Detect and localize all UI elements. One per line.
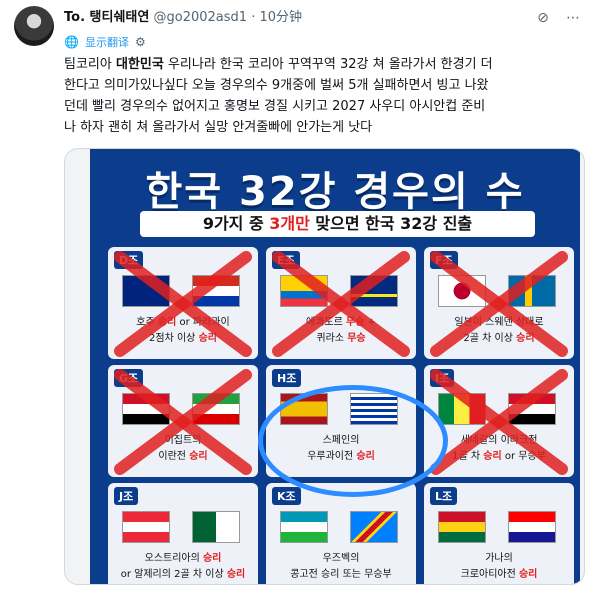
group-label: I조 — [430, 369, 455, 387]
flag-icon — [350, 511, 398, 543]
flag-icon — [280, 511, 328, 543]
flag-icon — [280, 393, 328, 425]
flag-icon — [438, 275, 486, 307]
scenario-text: 이집트의 이란전 승리 — [158, 435, 208, 462]
flag-icon — [122, 275, 170, 307]
scenario-text: 호주 승리 or 파라과이 2점차 이상 승리 — [136, 317, 230, 344]
tweet-line-4: 나 하자 괜히 쳐 올라가서 실망 안겨줄빠에 안가는게 낫다 — [64, 120, 373, 135]
tweet-line-2: 한다고 의미가있나싶다 오늘 경우의수 9개중에 벌써 5개 실패하면서 빙고 … — [64, 78, 489, 93]
media-card[interactable]: 한국 32강 경우의 수 9가지 중 3개만 맞으면 한국 32강 진출 D조호… — [64, 148, 585, 585]
group-label: J조 — [114, 487, 139, 505]
tweet-hashtag[interactable]: 대한민국 — [116, 57, 164, 72]
scenario-cell: I조세네갈의 이라크전 1골 차 승리 or 무승부 — [424, 365, 574, 477]
flag-icon — [508, 393, 556, 425]
translate-icon: 🌐 — [64, 35, 79, 49]
flag-icon — [192, 275, 240, 307]
scenario-text: 오스트리아의 승리 or 알제리의 2골 차 이상 승리 — [120, 553, 246, 580]
group-label: G조 — [114, 369, 144, 387]
user-name[interactable]: To. 탱티쉐태연 — [64, 10, 149, 25]
scenario-cell: L조가나의 크로아티아전 승리 — [424, 483, 574, 584]
scenario-cell: G조이집트의 이란전 승리 — [108, 365, 258, 477]
scenario-cell: D조호주 승리 or 파라과이 2점차 이상 승리 — [108, 247, 258, 359]
tweet-line-1c: 우리나라 한국 코리아 꾸역꾸역 32강 쳐 올라가서 한경기 더 — [163, 57, 493, 72]
group-label: E조 — [272, 251, 300, 269]
translate-row: 🌐 显示翻译 ⚙ — [64, 34, 146, 50]
banner-text-c: 맞으면 한국 32강 진출 — [309, 214, 473, 233]
group-label: F조 — [430, 251, 458, 269]
grok-icon[interactable]: ⊘ — [534, 9, 552, 27]
poster-title: 한국 32강 경우의 수 — [145, 169, 525, 215]
scenario-cell: F조일본이 스웨덴 상대로 2골 차 이상 승리 — [424, 247, 574, 359]
flag-icon — [438, 511, 486, 543]
group-label: D조 — [114, 251, 144, 269]
banner-text-a: 9가지 중 — [202, 214, 270, 233]
avatar[interactable] — [14, 6, 54, 46]
flag-icon — [438, 393, 486, 425]
scenario-text: 가나의 크로아티아전 승리 — [460, 553, 538, 580]
group-label: L조 — [430, 487, 458, 505]
show-translation-link[interactable]: 显示翻译 — [85, 34, 129, 50]
header-icons: ⊘ ⋯ — [534, 9, 582, 27]
tweet-text: 팀코리아 대한민국 우리나라 한국 코리아 꾸역꾸역 32강 쳐 올라가서 한경… — [64, 54, 584, 138]
banner-highlight: 3개만 — [269, 214, 310, 233]
more-options-icon[interactable]: ⋯ — [564, 9, 582, 27]
flag-icon — [192, 393, 240, 425]
scenario-cell: J조오스트리아의 승리 or 알제리의 2골 차 이상 승리 — [108, 483, 258, 584]
scenario-cell: E조에콰도르 무승 + 퀴라소 무승 — [266, 247, 416, 359]
tweet-header: To. 탱티쉐태연 @go2002asd1 · 10分钟 — [64, 9, 302, 27]
gear-icon[interactable]: ⚙ — [135, 35, 146, 49]
scenario-text: 에콰도르 무승 + 퀴라소 무승 — [306, 317, 376, 344]
poster-image[interactable]: 한국 32강 경우의 수 9가지 중 3개만 맞으면 한국 32강 진출 D조호… — [90, 149, 580, 584]
flag-icon — [122, 393, 170, 425]
user-handle[interactable]: @go2002asd1 — [153, 10, 247, 25]
flag-icon — [350, 393, 398, 425]
flag-icon — [122, 511, 170, 543]
group-label: H조 — [272, 369, 302, 387]
tweet-line-1a: 팀코리아 — [64, 57, 116, 72]
tweet-line-3: 던데 빨리 경우의수 없어지고 홍명보 경질 시키고 2027 사우디 아시안컵… — [64, 99, 486, 114]
scenario-text: 일본이 스웨덴 상대로 2골 차 이상 승리 — [454, 317, 544, 344]
tweet-time[interactable]: 10分钟 — [259, 10, 302, 25]
scenario-text: 우즈벡의 콩고전 승리 또는 무승부 — [290, 553, 392, 580]
separator-dot: · — [251, 10, 256, 25]
scenario-cell: H조스페인의 우루과이전 승리 — [266, 365, 416, 477]
flag-icon — [508, 275, 556, 307]
flag-icon — [508, 511, 556, 543]
scenario-cell: K조우즈벡의 콩고전 승리 또는 무승부 — [266, 483, 416, 584]
flag-icon — [280, 275, 328, 307]
scenario-text: 세네갈의 이라크전 1골 차 승리 or 무승부 — [452, 435, 546, 462]
scenario-text: 스페인의 우루과이전 승리 — [307, 435, 375, 462]
flag-icon — [192, 511, 240, 543]
poster-banner: 9가지 중 3개만 맞으면 한국 32강 진출 — [140, 211, 535, 237]
flag-icon — [350, 275, 398, 307]
group-label: K조 — [272, 487, 301, 505]
